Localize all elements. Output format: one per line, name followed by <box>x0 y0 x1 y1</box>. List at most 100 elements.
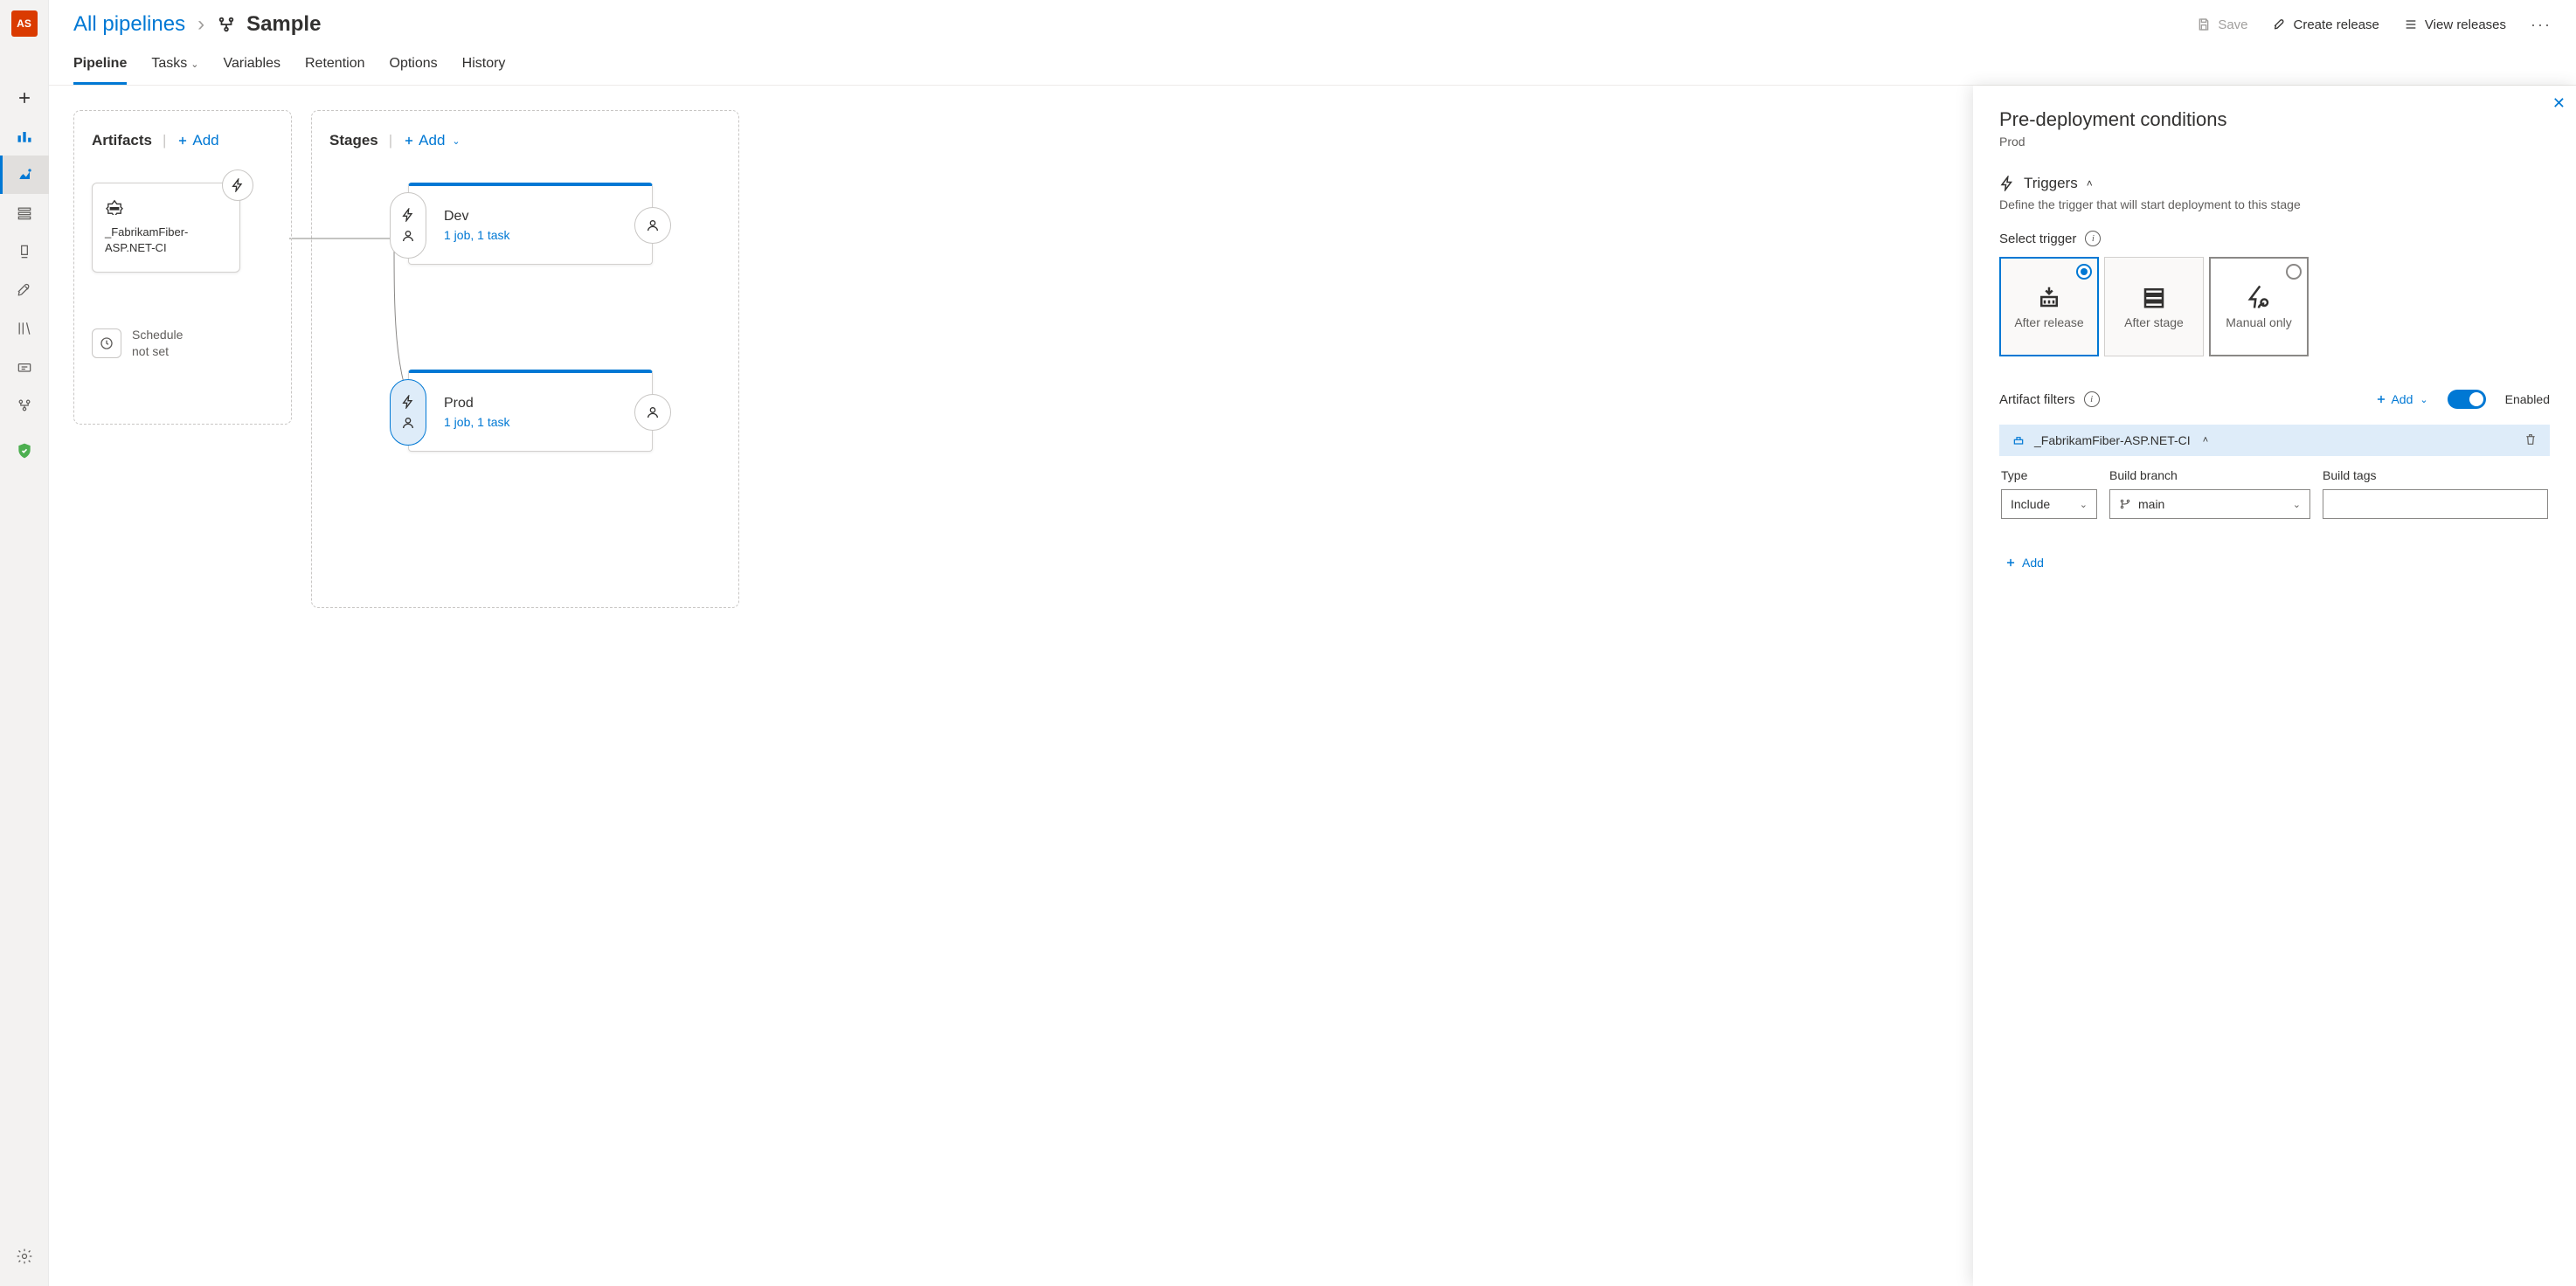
panel-title: Pre-deployment conditions <box>1999 108 2550 131</box>
build-icon <box>105 199 124 215</box>
post-deployment-button-dev[interactable] <box>634 207 671 244</box>
save-icon <box>2197 17 2211 31</box>
chevron-down-icon: ⌄ <box>2420 394 2427 405</box>
tab-tasks[interactable]: Tasks⌄ <box>151 56 198 85</box>
delete-filter-icon[interactable] <box>2524 432 2538 449</box>
artifact-card[interactable]: _FabrikamFiber-ASP.NET-CI <box>92 183 240 273</box>
rail-boards-icon[interactable] <box>0 156 49 194</box>
list-icon <box>2404 17 2418 31</box>
stages-title: Stages <box>329 132 378 149</box>
rail-taskgroups-icon[interactable] <box>0 348 49 386</box>
view-releases-button[interactable]: View releases <box>2404 17 2506 32</box>
bolt-icon <box>1999 176 2015 191</box>
tags-column-label: Build tags <box>2323 468 2548 482</box>
rail-add-icon[interactable] <box>0 79 49 117</box>
post-deployment-button-prod[interactable] <box>634 394 671 431</box>
triggers-desc: Define the trigger that will start deplo… <box>1999 197 2550 211</box>
pipeline-icon <box>217 15 236 34</box>
pre-deployment-button-dev[interactable] <box>390 192 426 259</box>
filter-branch-dropdown[interactable]: main ⌄ <box>2109 489 2310 519</box>
rail-repos-icon[interactable] <box>0 194 49 232</box>
panel-stage-name: Prod <box>1999 135 2550 149</box>
stage-card-prod[interactable]: Prod 1 job, 1 task <box>408 370 653 452</box>
rail-overview-icon[interactable] <box>0 117 49 156</box>
schedule-info[interactable]: Schedule not set <box>92 327 274 358</box>
info-icon[interactable]: i <box>2085 231 2101 246</box>
left-nav-rail: AS <box>0 0 49 1286</box>
filter-tags-input[interactable] <box>2323 489 2548 519</box>
triggers-section-header[interactable]: Triggers ˄ <box>1999 175 2550 192</box>
person-icon <box>401 416 415 430</box>
rail-rocket-icon[interactable] <box>0 271 49 309</box>
tab-variables[interactable]: Variables <box>223 56 280 85</box>
artifact-name: _FabrikamFiber-ASP.NET-CI <box>105 225 227 256</box>
person-icon <box>646 405 660 419</box>
plus-icon <box>2005 557 2017 569</box>
stage-name: Dev <box>444 209 510 225</box>
artifact-filter-source-bar[interactable]: _FabrikamFiber-ASP.NET-CI ˄ <box>1999 425 2550 456</box>
pre-deployment-button-prod[interactable] <box>390 379 426 446</box>
breadcrumb-root[interactable]: All pipelines <box>73 12 185 37</box>
chevron-down-icon: ⌄ <box>2080 499 2088 510</box>
tab-history[interactable]: History <box>462 56 506 85</box>
tab-pipeline[interactable]: Pipeline <box>73 56 127 85</box>
type-column-label: Type <box>2001 468 2097 482</box>
filter-type-dropdown[interactable]: Include ⌄ <box>2001 489 2097 519</box>
plus-icon <box>2375 393 2387 405</box>
stage-tasks-link[interactable]: 1 job, 1 task <box>444 228 510 242</box>
rail-pipelines-icon[interactable] <box>0 232 49 271</box>
project-avatar[interactable]: AS <box>11 10 38 37</box>
stage-name: Prod <box>444 396 510 411</box>
close-panel-button[interactable]: ✕ <box>2552 94 2566 113</box>
pre-deployment-panel: ✕ Pre-deployment conditions Prod Trigger… <box>1973 86 2576 1286</box>
tab-options[interactable]: Options <box>390 56 438 85</box>
rail-settings-icon[interactable] <box>0 1237 49 1276</box>
tab-retention[interactable]: Retention <box>305 56 365 85</box>
build-icon <box>2012 434 2025 446</box>
chevron-down-icon: ⌄ <box>452 135 460 147</box>
radio-indicator <box>2076 264 2092 280</box>
add-filter-row-button[interactable]: Add <box>1999 549 2049 577</box>
create-release-button[interactable]: Create release <box>2273 17 2379 32</box>
branch-icon <box>2119 498 2131 510</box>
artifacts-column: Artifacts | Add _FabrikamFiber-ASP.NET-C… <box>73 110 292 425</box>
rocket-icon <box>2273 17 2287 31</box>
more-menu-icon[interactable]: ··· <box>2531 16 2552 34</box>
branch-column-label: Build branch <box>2109 468 2310 482</box>
trigger-manual-only[interactable]: Manual only <box>2209 257 2309 356</box>
trigger-after-release[interactable]: After release <box>1999 257 2099 356</box>
select-trigger-label: Select trigger <box>1999 232 2076 246</box>
person-icon <box>646 218 660 232</box>
bolt-icon <box>231 178 245 192</box>
artifact-filters-toggle[interactable] <box>2448 390 2486 409</box>
chevron-up-icon: ˄ <box>2087 177 2093 190</box>
info-icon[interactable]: i <box>2084 391 2100 407</box>
artifact-filters-label: Artifact filters <box>1999 392 2075 407</box>
chevron-right-icon: › <box>197 12 204 37</box>
person-icon <box>401 229 415 243</box>
bolt-icon <box>401 208 415 222</box>
chevron-up-icon: ˄ <box>2203 435 2208 446</box>
rail-security-icon[interactable] <box>0 432 49 470</box>
add-stage-button[interactable]: Add ⌄ <box>403 132 460 149</box>
breadcrumb: All pipelines › Sample <box>73 12 321 37</box>
rail-deployment-icon[interactable] <box>0 386 49 425</box>
page-title: Sample <box>246 12 321 37</box>
trigger-after-stage[interactable]: After stage <box>2104 257 2204 356</box>
artifacts-title: Artifacts <box>92 132 152 149</box>
stage-tasks-link[interactable]: 1 job, 1 task <box>444 415 510 429</box>
bolt-icon <box>401 395 415 409</box>
after-stage-icon <box>2141 284 2167 310</box>
plus-icon <box>403 135 415 147</box>
enabled-label: Enabled <box>2505 392 2550 406</box>
tab-bar: Pipeline Tasks⌄ Variables Retention Opti… <box>49 42 2576 86</box>
stage-card-dev[interactable]: Dev 1 job, 1 task <box>408 183 653 265</box>
add-artifact-filter-button[interactable]: Add ⌄ <box>2375 392 2427 406</box>
clock-icon <box>92 328 121 358</box>
artifact-trigger-badge[interactable] <box>222 169 253 201</box>
save-button: Save <box>2197 17 2247 32</box>
rail-library-icon[interactable] <box>0 309 49 348</box>
manual-only-icon <box>2246 284 2272 310</box>
plus-icon <box>177 135 189 147</box>
add-artifact-button[interactable]: Add <box>177 132 218 149</box>
